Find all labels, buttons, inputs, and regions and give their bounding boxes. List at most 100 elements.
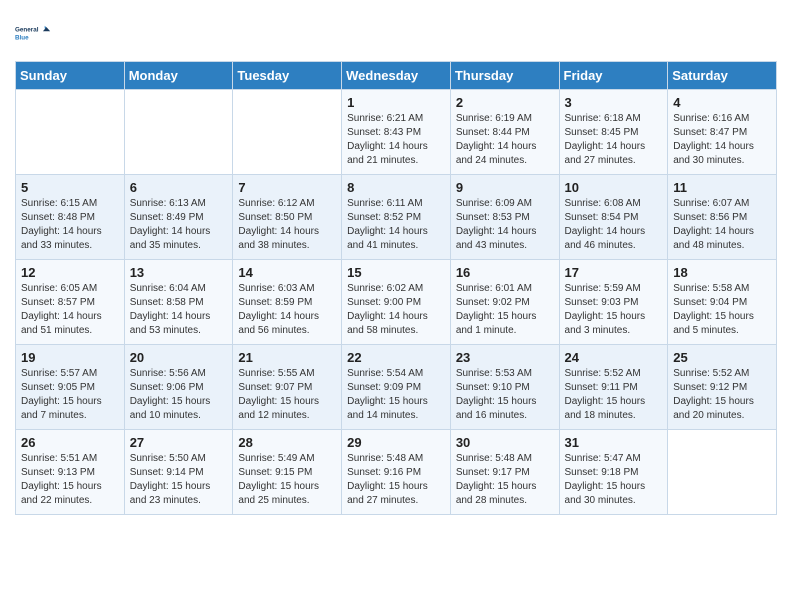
day-content: Sunrise: 5:52 AMSunset: 9:12 PMDaylight:…: [673, 367, 771, 423]
day-number: 30: [456, 435, 554, 450]
day-number: 12: [21, 265, 119, 280]
logo-icon: GeneralBlue: [15, 15, 51, 51]
day-number: 3: [565, 95, 663, 110]
calendar-cell: 13 Sunrise: 6:04 AMSunset: 8:58 PMDayligh…: [124, 260, 233, 345]
day-content: Sunrise: 5:56 AMSunset: 9:06 PMDaylight:…: [130, 367, 228, 423]
week-row-0: 1 Sunrise: 6:21 AMSunset: 8:43 PMDaylight…: [16, 90, 777, 175]
day-content: Sunrise: 5:48 AMSunset: 9:17 PMDaylight:…: [456, 452, 554, 508]
day-content: Sunrise: 6:02 AMSunset: 9:00 PMDaylight:…: [347, 282, 445, 338]
day-content: Sunrise: 6:18 AMSunset: 8:45 PMDaylight:…: [565, 112, 663, 168]
calendar-cell: 29 Sunrise: 5:48 AMSunset: 9:16 PMDayligh…: [342, 430, 451, 515]
day-content: Sunrise: 5:58 AMSunset: 9:04 PMDaylight:…: [673, 282, 771, 338]
day-content: Sunrise: 5:59 AMSunset: 9:03 PMDaylight:…: [565, 282, 663, 338]
calendar-cell: 12 Sunrise: 6:05 AMSunset: 8:57 PMDayligh…: [16, 260, 125, 345]
day-content: Sunrise: 6:19 AMSunset: 8:44 PMDaylight:…: [456, 112, 554, 168]
day-number: 24: [565, 350, 663, 365]
day-content: Sunrise: 5:57 AMSunset: 9:05 PMDaylight:…: [21, 367, 119, 423]
calendar-cell: 28Sunrise: 5:49 AMSunset: 9:15 PMDayligh…: [233, 430, 342, 515]
day-number: 8: [347, 180, 445, 195]
day-header-tuesday: Tuesday: [233, 62, 342, 90]
calendar-cell: [124, 90, 233, 175]
day-number: 31: [565, 435, 663, 450]
day-header-monday: Monday: [124, 62, 233, 90]
calendar-cell: [233, 90, 342, 175]
day-number: 7: [238, 180, 336, 195]
day-number: 26: [21, 435, 119, 450]
week-row-1: 5Sunrise: 6:15 AMSunset: 8:48 PMDaylight…: [16, 175, 777, 260]
calendar-cell: 31 Sunrise: 5:47 AMSunset: 9:18 PMDayligh…: [559, 430, 668, 515]
calendar-cell: 18 Sunrise: 5:58 AMSunset: 9:04 PMDayligh…: [668, 260, 777, 345]
day-number: 13: [130, 265, 228, 280]
header-row: SundayMondayTuesdayWednesdayThursdayFrid…: [16, 62, 777, 90]
calendar-cell: 19 Sunrise: 5:57 AMSunset: 9:05 PMDayligh…: [16, 345, 125, 430]
calendar-cell: 8 Sunrise: 6:11 AMSunset: 8:52 PMDaylight…: [342, 175, 451, 260]
day-header-thursday: Thursday: [450, 62, 559, 90]
day-number: 25: [673, 350, 771, 365]
day-content: Sunrise: 6:13 AMSunset: 8:49 PMDaylight:…: [130, 197, 228, 253]
calendar-cell: 2 Sunrise: 6:19 AMSunset: 8:44 PMDaylight…: [450, 90, 559, 175]
svg-text:Blue: Blue: [15, 35, 29, 42]
day-number: 29: [347, 435, 445, 450]
page-header: GeneralBlue: [15, 15, 777, 51]
day-content: Sunrise: 6:09 AMSunset: 8:53 PMDaylight:…: [456, 197, 554, 253]
day-content: Sunrise: 5:51 AMSunset: 9:13 PMDaylight:…: [21, 452, 119, 508]
day-number: 11: [673, 180, 771, 195]
day-number: 2: [456, 95, 554, 110]
calendar-cell: 15 Sunrise: 6:02 AMSunset: 9:00 PMDayligh…: [342, 260, 451, 345]
week-row-2: 12 Sunrise: 6:05 AMSunset: 8:57 PMDayligh…: [16, 260, 777, 345]
calendar-cell: 1 Sunrise: 6:21 AMSunset: 8:43 PMDaylight…: [342, 90, 451, 175]
day-content: Sunrise: 5:54 AMSunset: 9:09 PMDaylight:…: [347, 367, 445, 423]
day-content: Sunrise: 5:50 AMSunset: 9:14 PMDaylight:…: [130, 452, 228, 508]
calendar-cell: 16 Sunrise: 6:01 AMSunset: 9:02 PMDayligh…: [450, 260, 559, 345]
day-content: Sunrise: 6:16 AMSunset: 8:47 PMDaylight:…: [673, 112, 771, 168]
day-content: Sunrise: 6:21 AMSunset: 8:43 PMDaylight:…: [347, 112, 445, 168]
day-content: Sunrise: 5:47 AMSunset: 9:18 PMDaylight:…: [565, 452, 663, 508]
day-header-friday: Friday: [559, 62, 668, 90]
day-content: Sunrise: 6:05 AMSunset: 8:57 PMDaylight:…: [21, 282, 119, 338]
day-number: 16: [456, 265, 554, 280]
calendar-cell: 10 Sunrise: 6:08 AMSunset: 8:54 PMDayligh…: [559, 175, 668, 260]
logo: GeneralBlue: [15, 15, 51, 51]
day-content: Sunrise: 6:07 AMSunset: 8:56 PMDaylight:…: [673, 197, 771, 253]
day-content: Sunrise: 6:15 AMSunset: 8:48 PMDaylight:…: [21, 197, 119, 253]
calendar-cell: 7Sunrise: 6:12 AMSunset: 8:50 PMDaylight…: [233, 175, 342, 260]
svg-text:General: General: [15, 27, 39, 34]
day-number: 19: [21, 350, 119, 365]
day-content: Sunrise: 6:01 AMSunset: 9:02 PMDaylight:…: [456, 282, 554, 338]
day-number: 22: [347, 350, 445, 365]
day-content: Sunrise: 6:04 AMSunset: 8:58 PMDaylight:…: [130, 282, 228, 338]
day-number: 18: [673, 265, 771, 280]
day-number: 1: [347, 95, 445, 110]
calendar-cell: 21Sunrise: 5:55 AMSunset: 9:07 PMDayligh…: [233, 345, 342, 430]
calendar-cell: 25 Sunrise: 5:52 AMSunset: 9:12 PMDayligh…: [668, 345, 777, 430]
day-number: 15: [347, 265, 445, 280]
calendar-cell: 20 Sunrise: 5:56 AMSunset: 9:06 PMDayligh…: [124, 345, 233, 430]
day-number: 9: [456, 180, 554, 195]
day-number: 27: [130, 435, 228, 450]
day-content: Sunrise: 5:53 AMSunset: 9:10 PMDaylight:…: [456, 367, 554, 423]
calendar-cell: 5Sunrise: 6:15 AMSunset: 8:48 PMDaylight…: [16, 175, 125, 260]
day-content: Sunrise: 6:11 AMSunset: 8:52 PMDaylight:…: [347, 197, 445, 253]
calendar-table: SundayMondayTuesdayWednesdayThursdayFrid…: [15, 61, 777, 515]
week-row-3: 19 Sunrise: 5:57 AMSunset: 9:05 PMDayligh…: [16, 345, 777, 430]
day-number: 23: [456, 350, 554, 365]
calendar-cell: 26 Sunrise: 5:51 AMSunset: 9:13 PMDayligh…: [16, 430, 125, 515]
calendar-cell: 30 Sunrise: 5:48 AMSunset: 9:17 PMDayligh…: [450, 430, 559, 515]
day-number: 20: [130, 350, 228, 365]
calendar-cell: 23 Sunrise: 5:53 AMSunset: 9:10 PMDayligh…: [450, 345, 559, 430]
day-number: 10: [565, 180, 663, 195]
calendar-cell: 6 Sunrise: 6:13 AMSunset: 8:49 PMDaylight…: [124, 175, 233, 260]
day-number: 6: [130, 180, 228, 195]
day-content: Sunrise: 5:48 AMSunset: 9:16 PMDaylight:…: [347, 452, 445, 508]
day-number: 17: [565, 265, 663, 280]
day-content: Sunrise: 6:03 AMSunset: 8:59 PMDaylight:…: [238, 282, 336, 338]
calendar-cell: 3 Sunrise: 6:18 AMSunset: 8:45 PMDaylight…: [559, 90, 668, 175]
day-number: 4: [673, 95, 771, 110]
calendar-cell: 22 Sunrise: 5:54 AMSunset: 9:09 PMDayligh…: [342, 345, 451, 430]
day-header-saturday: Saturday: [668, 62, 777, 90]
day-content: Sunrise: 6:08 AMSunset: 8:54 PMDaylight:…: [565, 197, 663, 253]
calendar-cell: 9 Sunrise: 6:09 AMSunset: 8:53 PMDaylight…: [450, 175, 559, 260]
day-content: Sunrise: 5:55 AMSunset: 9:07 PMDaylight:…: [238, 367, 336, 423]
day-number: 14: [238, 265, 336, 280]
day-content: Sunrise: 5:52 AMSunset: 9:11 PMDaylight:…: [565, 367, 663, 423]
